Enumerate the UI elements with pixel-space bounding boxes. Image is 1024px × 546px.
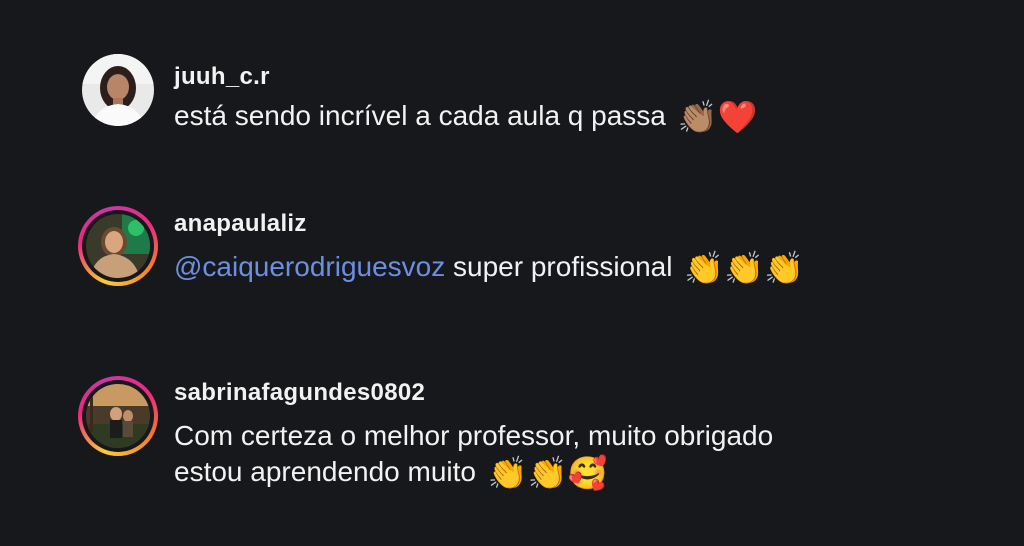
comment-text-line-1: Com certeza o melhor professor, muito ob… [174, 420, 774, 451]
avatar-photo [86, 384, 150, 448]
comment-item: sabrinafagundes0802 Com certeza o melhor… [0, 0, 1024, 546]
avatar[interactable] [78, 376, 158, 456]
clap-smile-emoji: 👏👏🥰 [487, 455, 608, 491]
comments-screen: juuh_c.r está sendo incrível a cada aula… [0, 0, 1024, 546]
comment-body: estou aprendendo muito [174, 456, 476, 487]
comment-username[interactable]: sabrinafagundes0802 [174, 379, 425, 407]
comment-text-line-2: estou aprendendo muito 👏👏🥰 [174, 454, 607, 491]
